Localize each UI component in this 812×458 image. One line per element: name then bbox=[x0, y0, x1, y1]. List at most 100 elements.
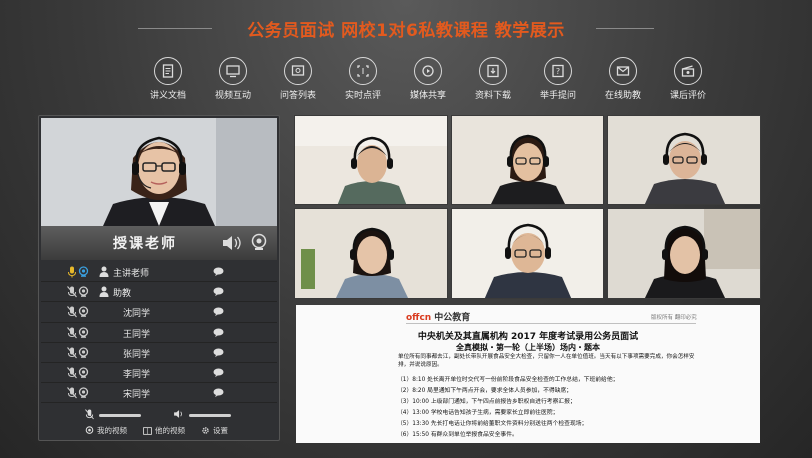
camera-on-icon[interactable] bbox=[78, 266, 89, 277]
person-icon bbox=[99, 266, 109, 277]
participant-row[interactable]: 李同学 bbox=[41, 363, 277, 384]
camera-off-icon[interactable] bbox=[78, 367, 89, 378]
mic-mute-icon[interactable] bbox=[85, 409, 94, 420]
document-intro: 单位所有同事都去江，副处长带队开展食品安全大检查，只留你一人在单位值班。当天有以… bbox=[398, 354, 695, 368]
chat-bubble-icon[interactable] bbox=[213, 368, 224, 377]
mic-off-icon[interactable] bbox=[67, 367, 77, 379]
mic-off-icon[interactable] bbox=[67, 286, 77, 298]
tool-label: 媒体共享 bbox=[409, 91, 446, 101]
participant-name: 王同学 bbox=[123, 329, 151, 340]
student-portrait bbox=[295, 209, 447, 298]
document-icon bbox=[154, 57, 182, 85]
page-header: 公务员面试 网校1对6私教课程 教学展示 bbox=[0, 14, 812, 44]
student-video[interactable] bbox=[451, 115, 604, 205]
participant-row[interactable]: 主讲老师 bbox=[41, 262, 277, 283]
camera-off-icon[interactable] bbox=[78, 387, 89, 398]
document-title: 中央机关及其直属机构 2017 年度考试录用公务员面试 bbox=[417, 332, 639, 342]
speaker-volume-slider[interactable] bbox=[189, 414, 231, 417]
chat-bubble-icon[interactable] bbox=[213, 307, 224, 317]
speaker-icon[interactable] bbox=[173, 409, 184, 419]
shared-document[interactable]: offcn 中公教育 版权所有 翻印必究 中央机关及其直属机构 2017 年度考试… bbox=[296, 305, 760, 443]
mic-off-icon[interactable] bbox=[67, 326, 77, 339]
mic-off-icon[interactable] bbox=[67, 346, 77, 359]
document-item: （4）13:00 学校电话告知孩子生病，需要家长立即前往医院； bbox=[397, 410, 559, 416]
camera-off-icon[interactable] bbox=[78, 286, 89, 297]
participant-row[interactable]: 助教 bbox=[41, 282, 277, 303]
camera-icon bbox=[85, 426, 94, 434]
tool-raise-hand[interactable]: ? 举手提问 bbox=[528, 57, 588, 107]
document-logo: offcn 中公教育 bbox=[406, 310, 470, 323]
settings-label: 设置 bbox=[213, 426, 228, 435]
camera-off-icon[interactable] bbox=[78, 347, 89, 358]
media-controls: 我的视频 他的视频 设置 bbox=[41, 406, 277, 440]
tool-label: 资料下载 bbox=[474, 91, 511, 101]
mic-off-icon[interactable] bbox=[67, 387, 77, 399]
brand-name: 中公教育 bbox=[434, 313, 471, 323]
my-video-button[interactable]: 我的视频 bbox=[85, 425, 127, 436]
document-item: （1）8:10 处长离开单位时交代写一份前阶段食品安全检查的工作总结，下班前给他… bbox=[397, 377, 619, 383]
mic-on-icon[interactable] bbox=[67, 266, 77, 278]
tool-qa-list[interactable]: 问答列表 bbox=[268, 57, 328, 107]
student-video-grid bbox=[294, 115, 761, 299]
camera-control-icon[interactable] bbox=[250, 233, 268, 251]
participant-row[interactable]: 张同学 bbox=[41, 343, 277, 363]
tool-download[interactable]: 资料下载 bbox=[463, 57, 523, 107]
camera-off-icon[interactable] bbox=[78, 326, 89, 338]
tool-label: 课后评价 bbox=[669, 91, 706, 101]
document-item: （5）13:30 先长打电话让你将前给董职文件资料分别送往两个检查现场； bbox=[397, 421, 588, 427]
mail-icon bbox=[609, 57, 637, 85]
comment-frame-icon bbox=[349, 57, 377, 85]
person-icon bbox=[99, 286, 109, 298]
student-portrait bbox=[295, 116, 447, 204]
brand-logo-text: offcn bbox=[406, 313, 432, 323]
mic-volume-slider[interactable] bbox=[99, 414, 141, 417]
chat-bubble-icon[interactable] bbox=[213, 328, 224, 337]
chat-bubble-icon[interactable] bbox=[213, 287, 224, 297]
camera-off-icon[interactable] bbox=[78, 306, 89, 318]
participant-row[interactable]: 沈同学 bbox=[41, 302, 277, 323]
tool-label: 实时点评 bbox=[344, 91, 381, 101]
tool-post-class-review[interactable]: 课后评价 bbox=[658, 57, 718, 107]
volume-icon[interactable] bbox=[221, 235, 241, 251]
tool-label: 讲义文档 bbox=[149, 91, 186, 101]
participant-name: 李同学 bbox=[123, 369, 151, 380]
student-portrait bbox=[452, 116, 603, 204]
participant-name: 张同学 bbox=[123, 349, 151, 360]
instructor-video bbox=[41, 118, 277, 226]
mic-off-icon[interactable] bbox=[67, 306, 77, 318]
chat-bubble-icon[interactable] bbox=[213, 267, 224, 276]
tool-online-assistant[interactable]: 在线助教 bbox=[593, 57, 653, 107]
tool-label: 举手提问 bbox=[539, 91, 576, 101]
student-portrait bbox=[608, 116, 760, 204]
tool-handout-docs[interactable]: 讲义文档 bbox=[138, 57, 198, 107]
settings-button[interactable]: 设置 bbox=[201, 425, 228, 436]
document-item: （6）15:50 有群众到单位举报食品安全事件。 bbox=[397, 432, 518, 438]
document-item: （2）8:20 局里通知下午两点开会，要求全体人员参加，不得缺席； bbox=[397, 388, 573, 394]
chat-bubble-icon[interactable] bbox=[213, 348, 224, 357]
student-video[interactable] bbox=[607, 115, 761, 205]
document-divider bbox=[406, 323, 696, 324]
his-video-button[interactable]: 他的视频 bbox=[143, 425, 185, 436]
student-video[interactable] bbox=[294, 208, 448, 299]
student-video[interactable] bbox=[294, 115, 448, 205]
student-video[interactable] bbox=[451, 208, 604, 299]
instructor-portrait bbox=[41, 118, 277, 226]
tool-video-interaction[interactable]: 视频互动 bbox=[203, 57, 263, 107]
tool-media-share[interactable]: 媒体共享 bbox=[398, 57, 458, 107]
instructor-bar: 授课老师 bbox=[41, 226, 277, 260]
copyright-note: 版权所有 翻印必究 bbox=[651, 315, 697, 321]
document-item: （3）10:00 上级部门通知，下午四点前报告乡职权自进行考察汇报； bbox=[397, 399, 576, 405]
chat-bubble-icon[interactable] bbox=[213, 388, 224, 398]
participant-row[interactable]: 宋同学 bbox=[41, 383, 277, 404]
student-portrait bbox=[608, 209, 760, 298]
student-video[interactable] bbox=[607, 208, 761, 299]
his-video-label: 他的视频 bbox=[155, 426, 185, 435]
video-grid-icon bbox=[143, 426, 152, 435]
participant-name: 宋同学 bbox=[123, 390, 151, 401]
participant-list: 主讲老师 助教 沈同学 王同学 张同学 李同学 宋同学 bbox=[41, 262, 277, 404]
tool-live-comment[interactable]: 实时点评 bbox=[333, 57, 393, 107]
qa-list-icon bbox=[284, 57, 312, 85]
tool-label: 视频互动 bbox=[214, 91, 251, 101]
participant-row[interactable]: 王同学 bbox=[41, 323, 277, 343]
monitor-icon bbox=[219, 57, 247, 85]
